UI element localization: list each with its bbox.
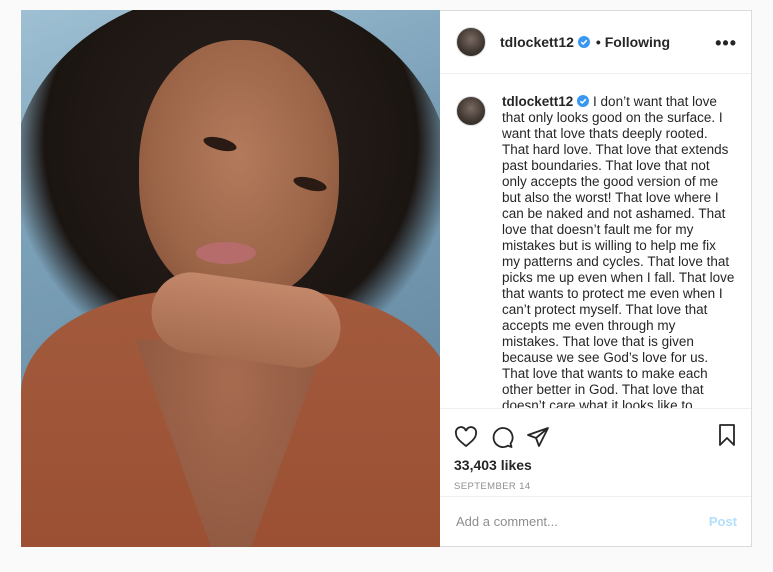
share-icon[interactable] [526, 425, 550, 449]
bookmark-icon[interactable] [715, 423, 739, 447]
caption-username[interactable]: tdlockett12 [502, 94, 573, 109]
actions-area: 33,403 likes SEPTEMBER 14 Post [440, 408, 751, 546]
user-avatar[interactable] [456, 26, 486, 57]
verified-badge-icon [577, 94, 590, 107]
post-photo[interactable] [21, 10, 440, 547]
comment-icon[interactable] [490, 425, 514, 449]
instagram-post: tdlockett12 • Following ••• tdlockett12 … [21, 10, 752, 547]
caption-body: I don’t want that love that only looks g… [502, 93, 735, 409]
heart-icon[interactable] [454, 425, 478, 449]
username-link[interactable]: tdlockett12 [500, 34, 574, 50]
comment-bar: Post [440, 495, 751, 546]
caption-area: tdlockett12 I don’t want that love that … [440, 74, 751, 408]
caption-text: tdlockett12 I don’t want that love that … [502, 94, 735, 408]
more-options-icon[interactable]: ••• [715, 33, 737, 54]
comment-input[interactable] [454, 512, 709, 530]
caption-avatar[interactable] [456, 95, 486, 126]
post-sidebar: tdlockett12 • Following ••• tdlockett12 … [440, 11, 751, 546]
verified-badge-icon [577, 35, 590, 48]
likes-count[interactable]: 33,403 likes [454, 457, 737, 473]
post-header: tdlockett12 • Following ••• [440, 11, 751, 74]
following-button[interactable]: • Following [596, 34, 670, 50]
post-date[interactable]: SEPTEMBER 14 [454, 481, 737, 492]
post-comment-button[interactable]: Post [709, 514, 737, 529]
